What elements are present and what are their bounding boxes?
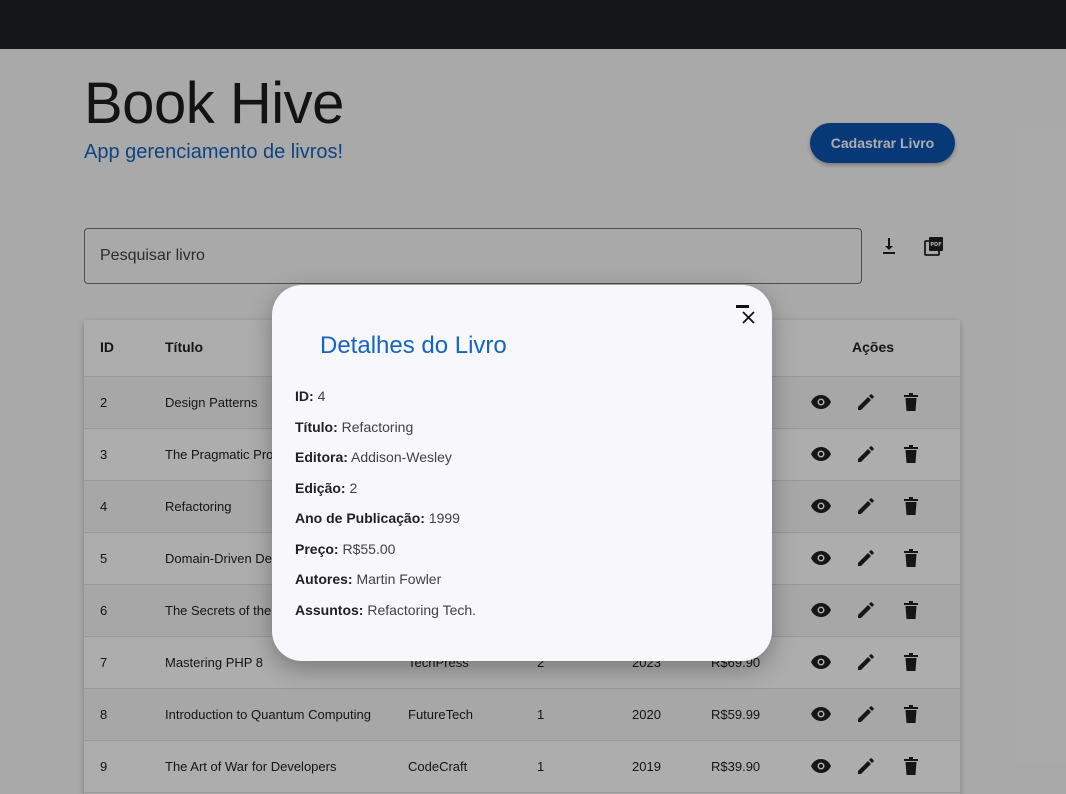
detail-row: Edição: 2 <box>295 480 357 496</box>
detail-value: 1999 <box>428 510 460 526</box>
detail-value: Refactoring Tech. <box>367 601 477 618</box>
detail-row: Título: Refactoring <box>295 419 413 435</box>
detail-value: R$55.00 <box>342 540 396 557</box>
detail-row: ID: 4 <box>295 388 325 404</box>
book-details-dialog: Detalhes do Livro ID: 4 Título: Refactori… <box>272 285 772 661</box>
detail-value: Martin Fowler <box>356 571 442 587</box>
detail-row: Preço: R$55.00 <box>295 541 395 557</box>
close-icon <box>736 305 755 324</box>
detail-label: Editora: <box>295 449 348 465</box>
detail-value: Addison-Wesley <box>351 449 452 465</box>
detail-value: Refactoring <box>341 418 414 435</box>
detail-label: Ano de Publicação: <box>295 510 425 526</box>
close-dialog-button[interactable] <box>735 303 761 329</box>
detail-label: Título: <box>295 418 338 435</box>
detail-row: Assuntos: Refactoring Tech. <box>295 602 476 618</box>
detail-label: Autores: <box>295 571 353 587</box>
detail-value: 4 <box>317 388 326 404</box>
detail-row: Ano de Publicação: 1999 <box>295 510 460 526</box>
detail-label: Preço: <box>295 540 339 557</box>
detail-label: Assuntos: <box>295 601 364 618</box>
detail-value: 2 <box>349 479 358 496</box>
dialog-title: Detalhes do Livro <box>320 332 507 359</box>
detail-row: Editora: Addison-Wesley <box>295 449 452 465</box>
detail-row: Autores: Martin Fowler <box>295 571 441 587</box>
detail-label: ID: <box>295 388 314 404</box>
detail-label: Edição: <box>295 479 346 496</box>
